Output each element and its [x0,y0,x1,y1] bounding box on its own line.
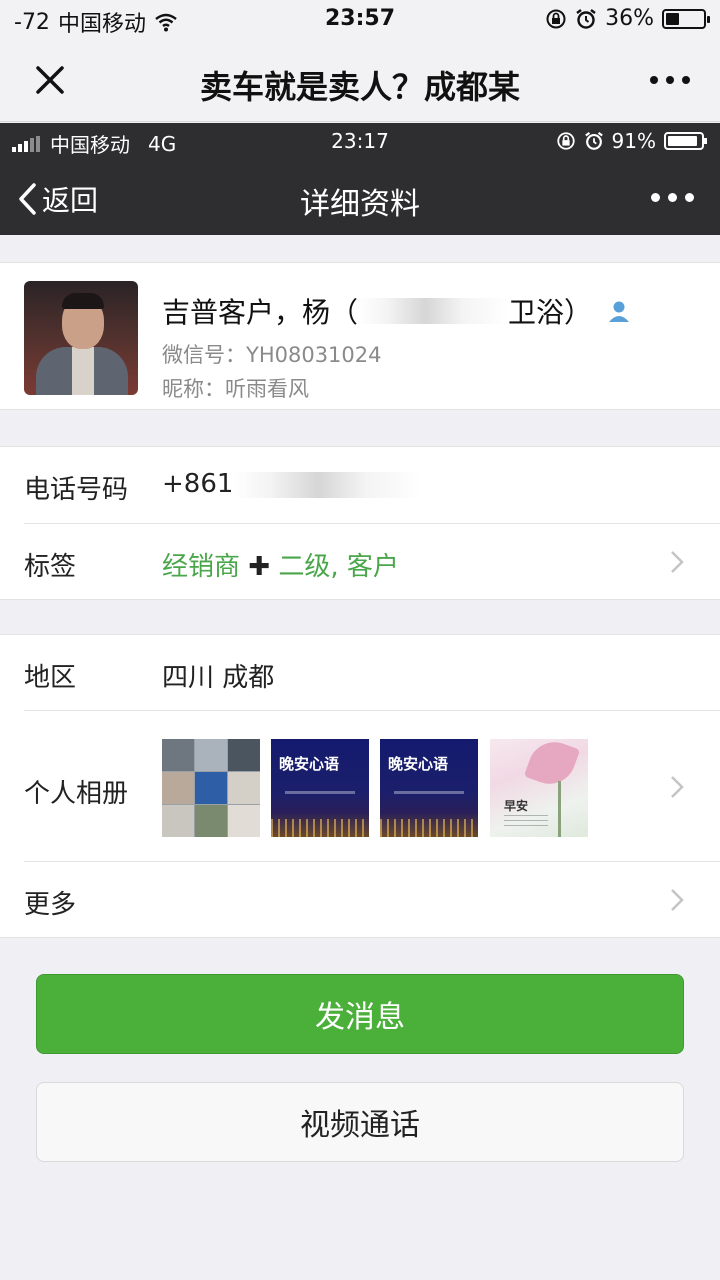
nickname: 昵称：听雨看风 [162,377,309,401]
contact-section: 电话号码 +861 标签 经销商 ✚ 二级, 客户 [0,446,720,600]
outer-status-bar: -72 中国移动 23:57 36% [0,0,720,40]
rotation-lock-icon [546,9,566,28]
more-options-button[interactable] [650,76,690,84]
chevron-right-icon [671,776,684,798]
nav-more-button[interactable] [651,193,694,202]
album-thumbnail[interactable] [162,739,260,837]
avatar[interactable] [24,281,138,395]
tags-value: 经销商 ✚ 二级, 客户 [162,546,399,583]
region-label: 地区 [24,663,77,693]
details-section: 地区 四川 成都 个人相册 晚安心语 晚安心语 早安 更多 [0,634,720,938]
tag-secondary: 二级, 客户 [278,552,399,582]
more-dot [650,76,658,84]
video-call-button[interactable]: 视频通话 [36,1082,684,1162]
more-dot [666,76,674,84]
alarm-icon [584,131,603,150]
more-dot [668,193,677,202]
tags-label: 标签 [24,552,77,582]
alarm-icon [576,8,596,29]
album-thumbnail[interactable]: 早安 [490,739,588,837]
album-label: 个人相册 [24,779,129,809]
phone-number: +861 [162,469,234,499]
more-dot [685,193,694,202]
article-title: 卖车就是卖人？成都某 [199,68,520,106]
more-dot [682,76,690,84]
redacted-blur [358,298,509,324]
thumb-caption: 早安 [504,799,529,813]
send-message-button[interactable]: 发消息 [36,974,684,1054]
more-label: 更多 [24,890,77,920]
thumb-caption: 晚安心语 [388,755,449,773]
tag-dealer: 经销商 [162,552,241,582]
tags-row[interactable]: 标签 经销商 ✚ 二级, 客户 [0,524,720,600]
album-thumbnail[interactable]: 晚安心语 [271,739,369,837]
page-title: 详细资料 [300,187,420,222]
phone-value[interactable]: +861 [162,469,424,499]
name-suffix: 卫浴） [508,296,593,329]
profile-card: 吉普客户，杨（ 卫浴） 微信号：YH08031024 昵称：听雨看风 [0,262,720,410]
album-thumbnail[interactable]: 晚安心语 [380,739,478,837]
battery-icon [662,8,710,29]
contact-person-icon [609,301,630,322]
close-icon[interactable] [30,60,70,100]
battery-icon [664,132,707,150]
region-row: 地区 四川 成都 [0,635,720,711]
plus-icon: ✚ [248,552,271,582]
profile-nav-bar: 返回 详细资料 [0,159,720,235]
inner-battery-percent: 91% [611,129,656,153]
rotation-lock-icon [556,132,575,150]
wechat-id: 微信号：YH08031024 [162,343,382,367]
phone-label: 电话号码 [24,475,129,505]
chevron-right-icon [671,889,684,911]
inner-status-bar: 中国移动 4G 23:17 91% [0,123,720,159]
avatar-shirt [72,347,94,395]
avatar-hair [62,293,104,309]
thumb-caption: 晚安心语 [279,755,340,773]
contact-name: 吉普客户，杨（ 卫浴） [162,291,632,331]
more-row[interactable]: 更多 [0,862,720,938]
redacted-blur [233,471,424,498]
battery-percent: 36% [605,6,654,31]
phone-row[interactable]: 电话号码 +861 [0,447,720,523]
more-dot [651,193,660,202]
region-value: 四川 成都 [162,663,275,693]
name-prefix: 吉普客户，杨（ [162,296,359,329]
chevron-right-icon [671,551,684,573]
article-header: 卖车就是卖人？成都某 [0,40,720,122]
